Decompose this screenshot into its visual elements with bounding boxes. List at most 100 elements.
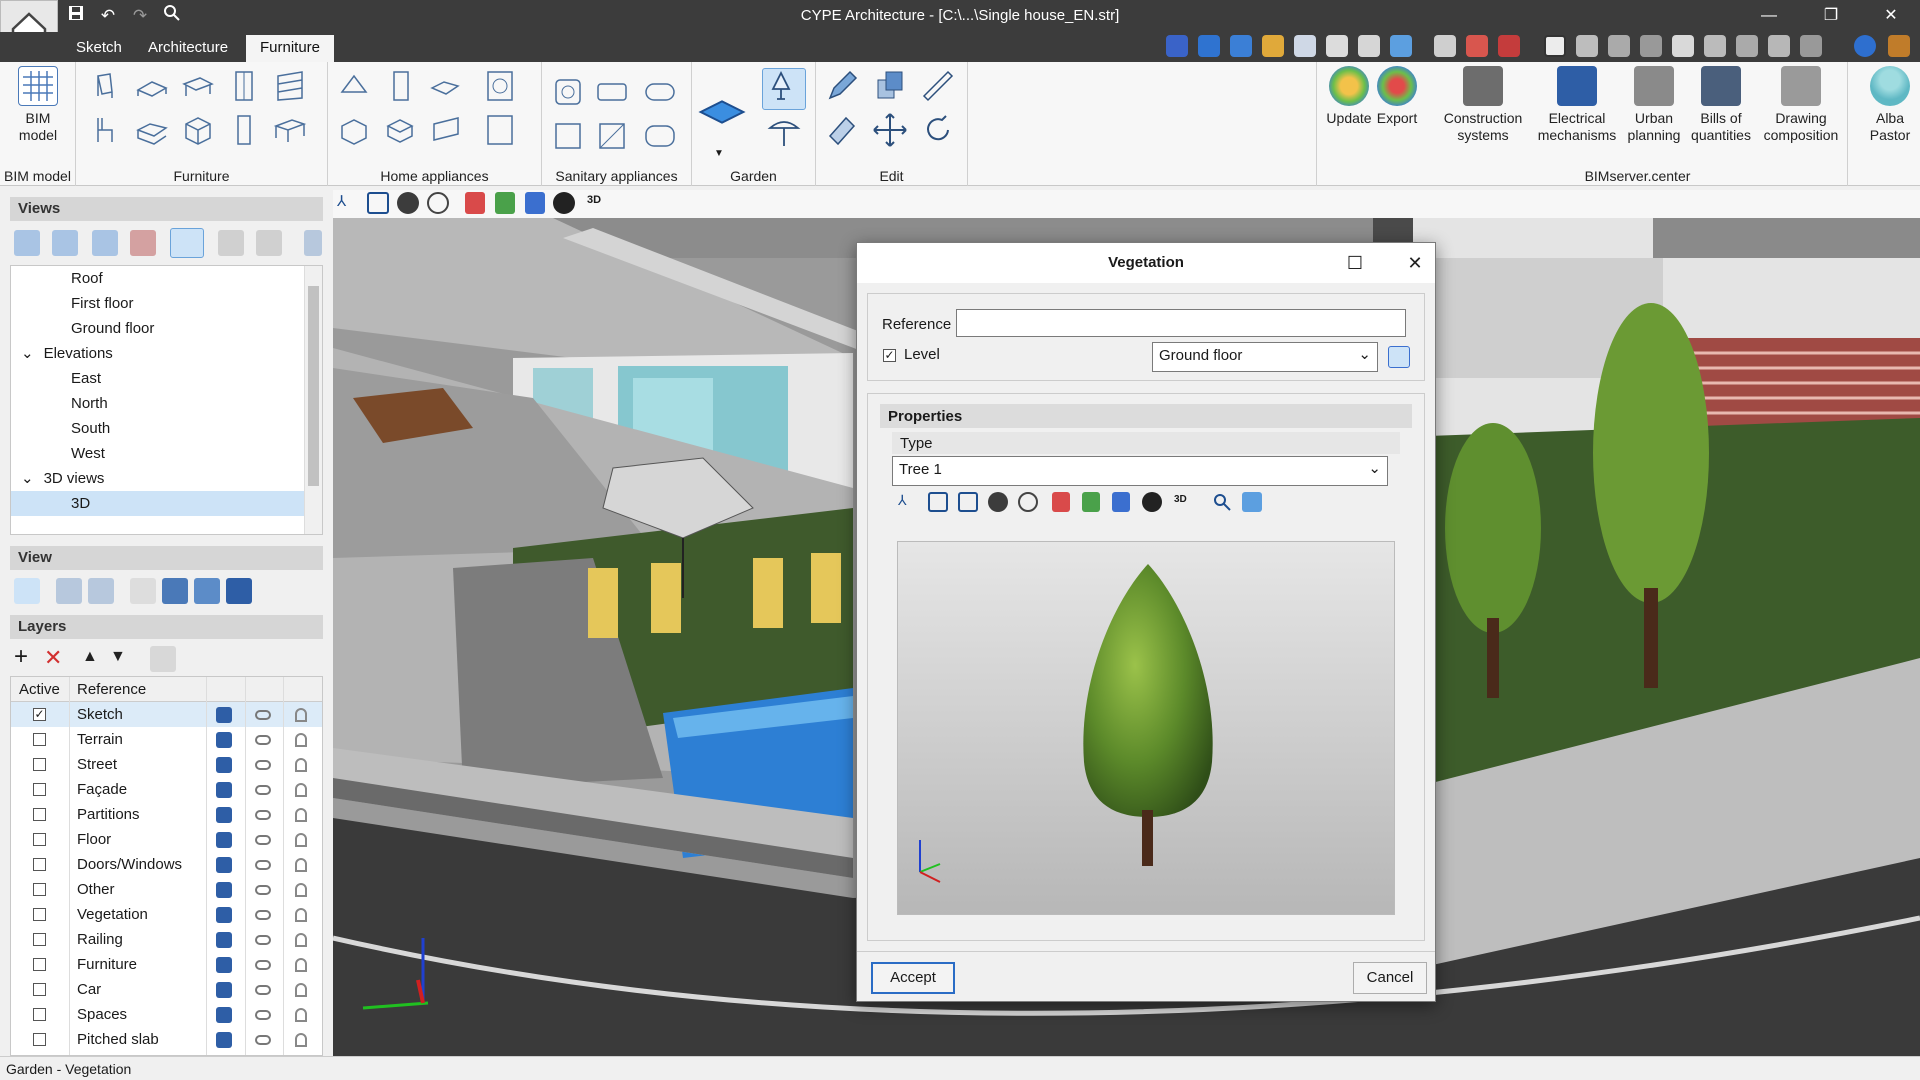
- sink-icon[interactable]: [642, 74, 678, 110]
- layer-visibility-icon[interactable]: [255, 935, 271, 945]
- layer-visibility-icon[interactable]: [255, 960, 271, 970]
- tools-icon[interactable]: [1800, 35, 1822, 57]
- layer-lock-icon[interactable]: [295, 758, 307, 772]
- desk-icon[interactable]: [272, 112, 308, 148]
- layer-3d-icon[interactable]: [216, 932, 232, 948]
- copy-view-icon[interactable]: [92, 230, 118, 256]
- tree-item-east[interactable]: East: [71, 366, 101, 391]
- wardrobe-icon[interactable]: [226, 68, 262, 104]
- magnet-icon[interactable]: [1498, 35, 1520, 57]
- layer-visibility-icon[interactable]: [255, 785, 271, 795]
- layer-3d-icon[interactable]: [216, 807, 232, 823]
- keyboard-icon[interactable]: [1640, 35, 1662, 57]
- table-row[interactable]: Furniture: [11, 952, 322, 977]
- layer-active-checkbox[interactable]: [33, 883, 46, 896]
- pool-icon[interactable]: [698, 88, 746, 136]
- restore-button[interactable]: ❐: [1808, 0, 1854, 32]
- views-tree-scrollbar[interactable]: [304, 266, 322, 534]
- model-preview[interactable]: [897, 541, 1395, 915]
- table-row[interactable]: Pitched slab: [11, 1027, 322, 1052]
- washbasin-icon[interactable]: [642, 118, 678, 154]
- plan-icon[interactable]: [1112, 492, 1130, 512]
- layer-active-checkbox[interactable]: ✓: [33, 708, 46, 721]
- scrollbar-thumb[interactable]: [308, 286, 319, 486]
- cabinet-icon[interactable]: [180, 112, 216, 148]
- views-icon[interactable]: [1390, 35, 1412, 57]
- move-layer-down-icon[interactable]: ▼: [110, 648, 136, 674]
- layer-lock-icon[interactable]: [295, 908, 307, 922]
- layer-visibility-icon[interactable]: [255, 810, 271, 820]
- layer-3d-icon[interactable]: [216, 907, 232, 923]
- tree-item-ground-floor[interactable]: Ground floor: [71, 316, 154, 341]
- chevron-down-icon[interactable]: ⌄: [21, 470, 34, 487]
- table-row[interactable]: ✓ Sketch: [11, 702, 322, 727]
- layer-active-checkbox[interactable]: [33, 983, 46, 996]
- minimize-button[interactable]: —: [1746, 0, 1792, 32]
- urban-planning-button[interactable]: Urban planning: [1624, 66, 1684, 144]
- layer-visibility-icon[interactable]: [255, 1035, 271, 1045]
- 3d-icon[interactable]: 3D: [587, 194, 609, 214]
- layer-lock-icon[interactable]: [295, 983, 307, 997]
- layer-visibility-icon[interactable]: [255, 735, 271, 745]
- plan-icon[interactable]: [525, 192, 545, 214]
- shower-tray-icon[interactable]: [594, 118, 630, 154]
- layer-active-checkbox[interactable]: [33, 733, 46, 746]
- column-active[interactable]: Active: [19, 681, 60, 698]
- bills-of-quantities-button[interactable]: Bills of quantities: [1686, 66, 1756, 144]
- layer-lock-icon[interactable]: [295, 1033, 307, 1047]
- bed-icon[interactable]: [134, 68, 170, 104]
- layer-lock-icon[interactable]: [295, 708, 307, 722]
- layer-visibility-icon[interactable]: [255, 910, 271, 920]
- chevron-down-icon[interactable]: ⌄: [21, 345, 34, 362]
- layer-active-checkbox[interactable]: [33, 1008, 46, 1021]
- tree-item-roof[interactable]: Roof: [71, 266, 103, 291]
- floors-icon[interactable]: [1388, 346, 1410, 368]
- maximize-dialog-button[interactable]: ☐: [1337, 247, 1373, 279]
- dryer-icon[interactable]: [482, 112, 518, 148]
- table-row[interactable]: Spaces: [11, 1002, 322, 1027]
- electrical-mechanisms-button[interactable]: Electrical mechanisms: [1532, 66, 1622, 144]
- layer-active-checkbox[interactable]: [33, 783, 46, 796]
- dishwasher-icon[interactable]: [428, 68, 464, 104]
- layer-3d-icon[interactable]: [216, 857, 232, 873]
- orbit-view-icon[interactable]: [1018, 492, 1038, 512]
- rotate-icon[interactable]: [920, 112, 956, 148]
- tree-item-west[interactable]: West: [71, 441, 105, 466]
- drawing-composition-button[interactable]: Drawing composition: [1758, 66, 1844, 144]
- orbit-icon[interactable]: [1358, 35, 1380, 57]
- construction-systems-button[interactable]: Construction systems: [1438, 66, 1528, 144]
- refresh-icon[interactable]: [1262, 35, 1284, 57]
- zoom-icon[interactable]: [1212, 492, 1232, 512]
- table-row[interactable]: Façade: [11, 777, 322, 802]
- column-reference[interactable]: Reference: [77, 681, 146, 698]
- layer-active-checkbox[interactable]: [33, 758, 46, 771]
- globe-icon[interactable]: [1854, 35, 1876, 57]
- layer-lock-icon[interactable]: [295, 733, 307, 747]
- close-button[interactable]: ✕: [1868, 0, 1914, 32]
- level-checkbox[interactable]: ✓: [883, 349, 896, 362]
- settings-icon[interactable]: [1888, 35, 1910, 57]
- 3d-icon[interactable]: 3D: [1174, 494, 1196, 512]
- layer-active-checkbox[interactable]: [33, 858, 46, 871]
- tree-item-elevations[interactable]: ⌄ Elevations: [21, 341, 113, 366]
- pan-hand-icon[interactable]: [1326, 35, 1348, 57]
- layer-settings-icon[interactable]: [150, 646, 176, 672]
- update-button[interactable]: Update: [1323, 66, 1375, 127]
- edit-pencil-icon[interactable]: [824, 68, 860, 104]
- layer-3d-icon[interactable]: [216, 1032, 232, 1048]
- zoom-previous-icon[interactable]: [1230, 35, 1252, 57]
- table-row[interactable]: Terrain: [11, 727, 322, 752]
- layer-3d-icon[interactable]: [216, 707, 232, 723]
- edit-view-icon[interactable]: [52, 230, 78, 256]
- layer-visibility-icon[interactable]: [255, 860, 271, 870]
- layer-3d-icon[interactable]: [216, 832, 232, 848]
- layer-lock-icon[interactable]: [295, 858, 307, 872]
- layer-3d-icon[interactable]: [216, 1007, 232, 1023]
- umbrella-icon[interactable]: [766, 114, 802, 150]
- hood-icon[interactable]: [428, 112, 464, 148]
- save-icon[interactable]: [64, 4, 88, 28]
- ortho-icon[interactable]: [1544, 35, 1566, 57]
- fridge-icon[interactable]: [382, 68, 418, 104]
- floor-stack-icon[interactable]: [226, 578, 252, 604]
- visibility-icon[interactable]: [397, 192, 419, 214]
